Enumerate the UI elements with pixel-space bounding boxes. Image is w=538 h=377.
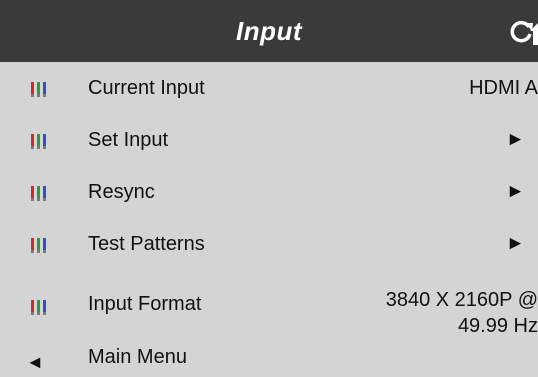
input-connector-icon	[31, 134, 46, 149]
input-connector-icon	[31, 82, 46, 97]
menu-item-label: Set Input	[88, 129, 169, 151]
menu-item-label: Current Input	[88, 77, 205, 99]
page-title: Input	[235, 15, 303, 46]
back-arrow-icon: ◄	[26, 352, 44, 372]
menu-item-test-patterns[interactable]: Test Patterns ►	[0, 218, 538, 270]
menu-item-label: Resync	[88, 181, 155, 203]
header-bar: Input	[0, 0, 538, 62]
menu-item-current-input[interactable]: Current Input HDMI A	[0, 62, 538, 114]
input-connector-icon	[31, 300, 46, 315]
menu-item-label: Main Menu	[88, 346, 187, 368]
menu-item-set-input[interactable]: Set Input ►	[0, 114, 538, 166]
submenu-arrow-icon: ►	[506, 233, 525, 254]
input-format-resolution: 3840 X 2160P @	[385, 289, 538, 311]
input-format-value: 3840 X 2160P @ 49.99 Hz	[386, 287, 538, 339]
input-format-refresh-rate: 49.99 Hz	[457, 315, 538, 337]
input-connector-icon	[31, 186, 46, 201]
menu-item-main-menu[interactable]: ◄ Main Menu	[0, 337, 538, 377]
submenu-arrow-icon: ►	[506, 129, 525, 150]
menu-item-label: Test Patterns	[88, 233, 205, 255]
input-connector-icon	[31, 238, 46, 253]
home-icon[interactable]	[530, 18, 538, 46]
current-input-value: HDMI A	[469, 77, 538, 99]
menu-item-label: Input Format	[88, 293, 202, 315]
submenu-arrow-icon: ►	[506, 181, 525, 202]
menu-item-resync[interactable]: Resync ►	[0, 166, 538, 218]
